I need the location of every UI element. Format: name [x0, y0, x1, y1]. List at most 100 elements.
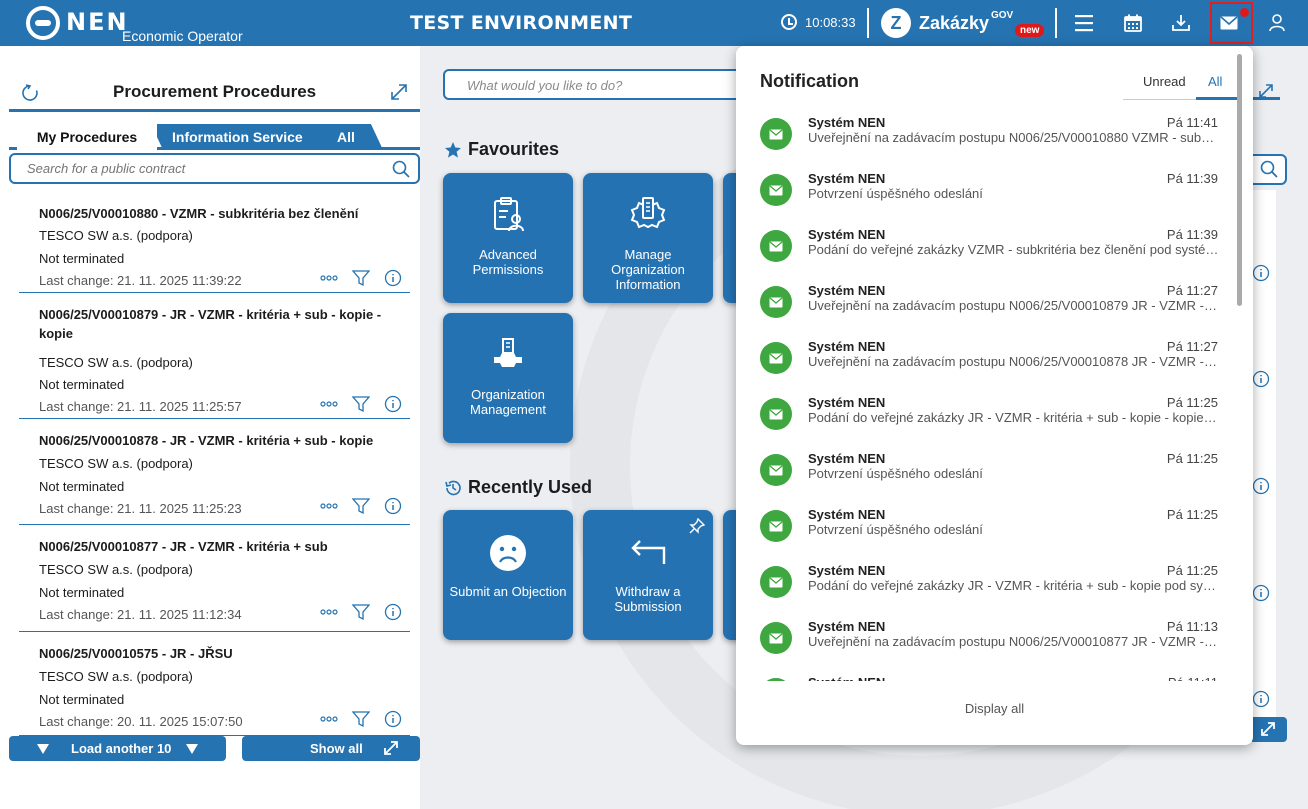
notification-item[interactable]: Systém NEN Pá 11:25 Potvrzení úspěšného … [736, 496, 1236, 552]
show-all-button[interactable]: Show all [242, 736, 420, 761]
expand-icon[interactable] [390, 83, 408, 101]
zakazky-gov: GOV [991, 10, 1014, 21]
info-icon[interactable] [1252, 584, 1270, 602]
info-icon[interactable] [384, 603, 402, 621]
notification-avatar [760, 566, 792, 598]
top-header: NEN Economic Operator TEST ENVIRONMENT 1… [0, 0, 1308, 46]
procedure-last-change: Last change: 21. 11. 2025 11:25:57 [39, 399, 242, 414]
notification-message: Uveřejnění na zadávacím postupu N006/25/… [808, 634, 1219, 649]
more-icon[interactable] [320, 609, 338, 615]
tab-unread[interactable]: Unread [1143, 74, 1186, 89]
info-icon[interactable] [384, 710, 402, 728]
procedure-item[interactable]: N006/25/V00010575 - JR - JŘSU TESCO SW a… [19, 632, 410, 736]
right-widget-partial [1252, 0, 1308, 809]
filter-icon[interactable] [352, 269, 370, 287]
procedure-search-input[interactable] [27, 161, 377, 176]
procedure-item[interactable]: N006/25/V00010877 - JR - VZMR - kritéria… [19, 525, 410, 632]
favourites-section-title: Favourites [444, 139, 559, 160]
tile-label: Manage Organization Information [611, 247, 685, 292]
notification-time: Pá 11:25 [1166, 507, 1218, 522]
notification-avatar [760, 454, 792, 486]
display-all-link[interactable]: Display all [736, 701, 1253, 716]
load-more-label: Load another 10 [71, 741, 172, 756]
info-icon[interactable] [1252, 264, 1270, 282]
download-button[interactable] [1168, 10, 1194, 36]
procedure-item[interactable]: N006/25/V00010878 - JR - VZMR - kritéria… [19, 419, 410, 525]
load-more-button[interactable]: Load another 10 [9, 736, 226, 761]
notification-item[interactable]: Systém NEN Pá 11:25 Podání do veřejné za… [736, 384, 1236, 440]
procedure-item[interactable]: N006/25/V00010879 - JR - VZMR - kritéria… [19, 293, 410, 419]
procedure-title[interactable]: N006/25/V00010575 - JR - JŘSU [39, 644, 399, 663]
notification-avatar [760, 118, 792, 150]
filter-icon[interactable] [352, 603, 370, 621]
procedure-last-change: Last change: 20. 11. 2025 15:07:50 [39, 714, 243, 729]
tab-my-procedures[interactable]: My Procedures [17, 124, 157, 150]
info-icon[interactable] [1252, 370, 1270, 388]
tile-submit-objection[interactable]: Submit an Objection [443, 510, 573, 640]
procedure-item[interactable]: N006/25/V00010880 - VZMR - subkritéria b… [19, 192, 410, 293]
procedure-title[interactable]: N006/25/V00010878 - JR - VZMR - kritéria… [39, 431, 399, 450]
notification-item[interactable]: Systém NEN Pá 11:11 [736, 664, 1236, 681]
show-all-label: Show all [310, 741, 363, 756]
notification-message: Potvrzení úspěšného odeslání [808, 522, 983, 537]
more-icon[interactable] [320, 401, 338, 407]
filter-icon[interactable] [352, 497, 370, 515]
expand-icon[interactable] [1258, 83, 1274, 99]
info-icon[interactable] [384, 497, 402, 515]
calendar-button[interactable] [1120, 10, 1146, 36]
procedure-actions [320, 395, 402, 413]
notification-item[interactable]: Systém NEN Pá 11:13 Uveřejnění na zadáva… [736, 608, 1236, 664]
more-icon[interactable] [320, 503, 338, 509]
tab-information-service[interactable]: Information Service [150, 124, 324, 150]
filter-icon[interactable] [352, 395, 370, 413]
notification-item[interactable]: Systém NEN Pá 11:27 Uveřejnění na zadáva… [736, 328, 1236, 384]
notification-time: Pá 11:27 [1166, 339, 1218, 354]
tile-organization-management[interactable]: Organization Management [443, 313, 573, 443]
action-search[interactable]: What would you like to do? [443, 69, 743, 100]
procedure-title[interactable]: N006/25/V00010877 - JR - VZMR - kritéria… [39, 537, 399, 556]
procedure-title[interactable]: N006/25/V00010880 - VZMR - subkritéria b… [39, 204, 399, 223]
tab-all-notifications[interactable]: All [1208, 74, 1222, 89]
tile-withdraw-submission[interactable]: Withdraw a Submission [583, 510, 713, 640]
more-icon[interactable] [320, 275, 338, 281]
notification-item[interactable]: Systém NEN Pá 11:25 Potvrzení úspěšného … [736, 440, 1236, 496]
notification-item[interactable]: Systém NEN Pá 11:39 Podání do veřejné za… [736, 216, 1236, 272]
more-icon[interactable] [320, 716, 338, 722]
refresh-icon[interactable] [21, 84, 39, 102]
info-icon[interactable] [384, 269, 402, 287]
notification-scrollbar[interactable] [1237, 54, 1242, 306]
notification-item[interactable]: Systém NEN Pá 11:27 Uveřejnění na zadáva… [736, 272, 1236, 328]
tile-manage-organization-information[interactable]: Manage Organization Information [583, 173, 713, 303]
notification-item[interactable]: Systém NEN Pá 11:41 Uveřejnění na zadáva… [736, 104, 1236, 160]
notification-sender: Systém NEN [808, 563, 886, 578]
info-icon[interactable] [1252, 690, 1270, 708]
filter-icon[interactable] [352, 710, 370, 728]
history-icon [445, 480, 461, 495]
notification-item[interactable]: Systém NEN Pá 11:39 Potvrzení úspěšného … [736, 160, 1236, 216]
info-icon[interactable] [384, 395, 402, 413]
notification-avatar [760, 398, 792, 430]
caret-down-icon [37, 744, 49, 754]
notification-message: Potvrzení úspěšného odeslání [808, 466, 983, 481]
search-icon[interactable] [1260, 160, 1278, 178]
menu-icon [1075, 15, 1093, 32]
expand-icon[interactable] [1260, 721, 1276, 737]
notification-time: Pá 11:39 [1166, 171, 1218, 186]
notification-time: Pá 11:13 [1166, 619, 1218, 634]
notification-list: Systém NEN Pá 11:41 Uveřejnění na zadáva… [736, 104, 1236, 681]
procedure-title[interactable]: N006/25/V00010879 - JR - VZMR - kritéria… [39, 305, 399, 343]
zakazky-link[interactable]: Z Zakázky GOV new [881, 8, 1045, 38]
notification-avatar [760, 342, 792, 374]
nen-logo[interactable]: NEN [26, 6, 129, 40]
menu-button[interactable] [1072, 10, 1098, 36]
expand-icon [384, 741, 398, 755]
tile-advanced-permissions[interactable]: Advanced Permissions [443, 173, 573, 303]
notification-sender: Systém NEN [808, 115, 886, 130]
tab-all-label: All [337, 129, 355, 145]
search-icon[interactable] [392, 160, 410, 178]
notification-item[interactable]: Systém NEN Pá 11:25 Podání do veřejné za… [736, 552, 1236, 608]
mail-button[interactable] [1216, 10, 1242, 36]
pin-icon[interactable] [689, 518, 705, 534]
info-icon[interactable] [1252, 477, 1270, 495]
procedure-status: Not terminated [39, 479, 125, 494]
